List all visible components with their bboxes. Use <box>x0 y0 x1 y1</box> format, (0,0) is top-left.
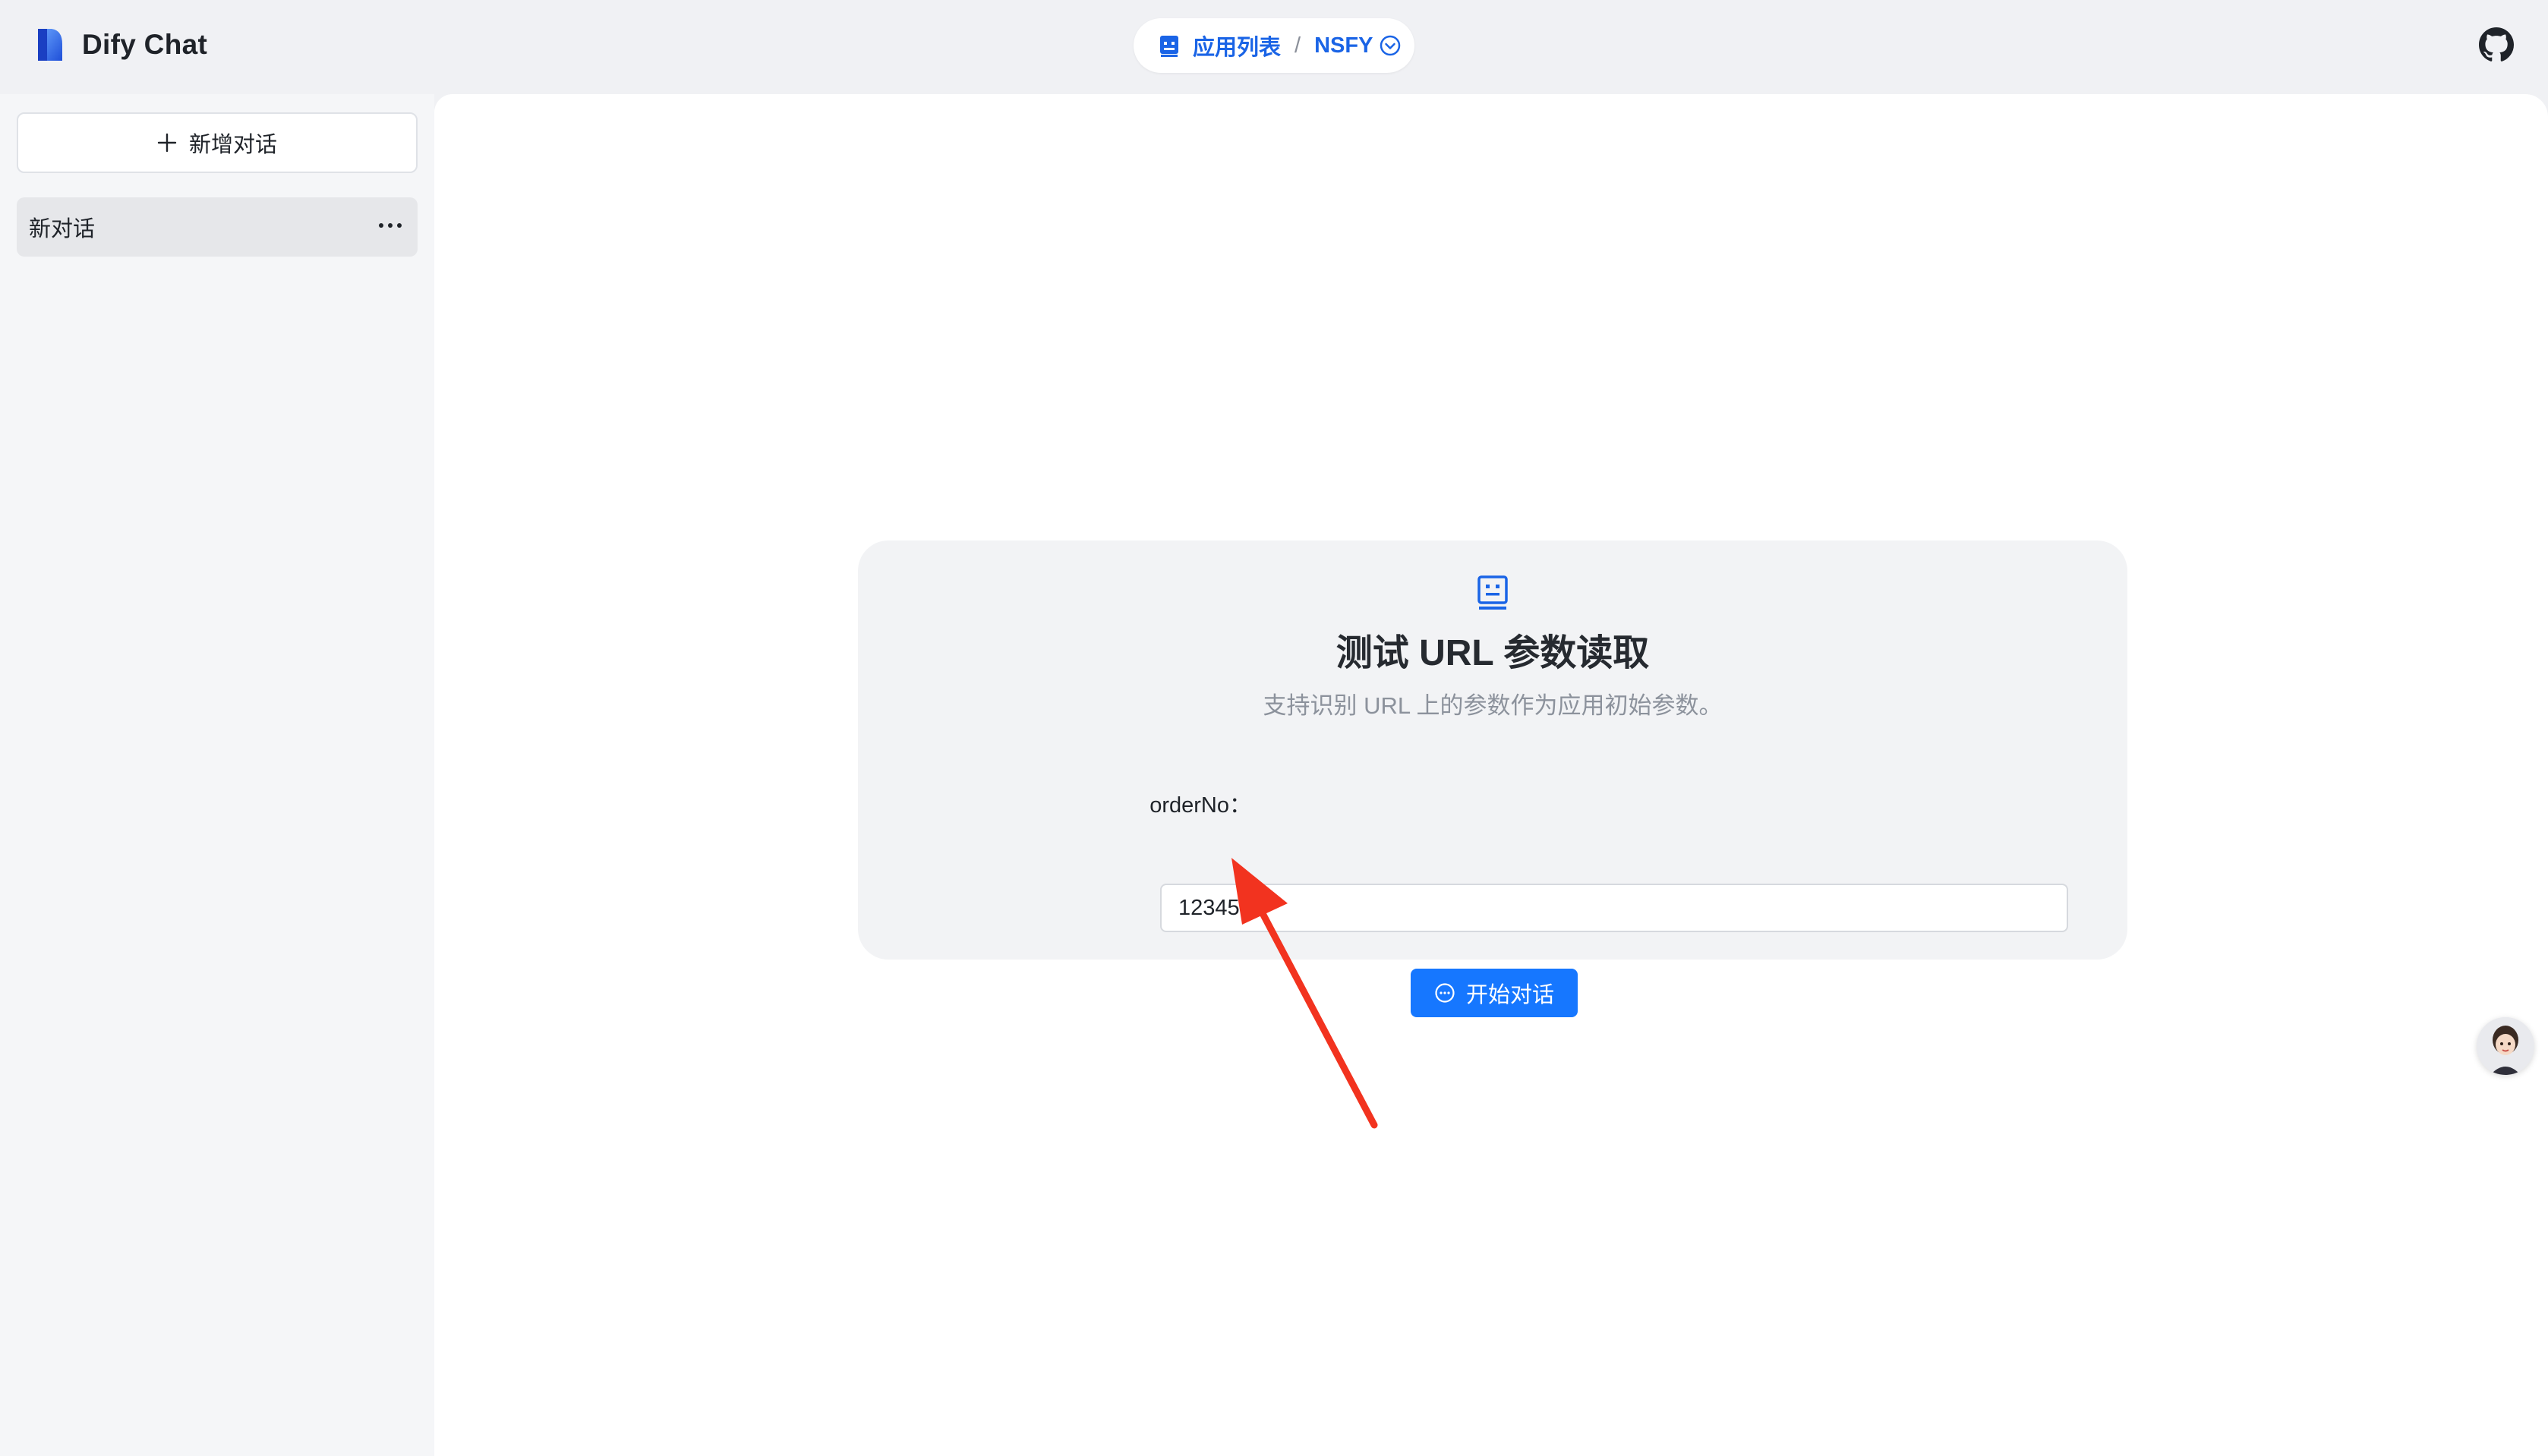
card-description: 支持识别 URL 上的参数作为应用初始参数。 <box>1263 692 1723 719</box>
chat-bubble-icon <box>1435 983 1455 1003</box>
app-breadcrumb: 应用列表 / NSFY <box>1134 18 1414 73</box>
app-list-icon <box>1160 36 1178 57</box>
user-avatar[interactable] <box>2477 1017 2534 1075</box>
brand[interactable]: Dify Chat <box>35 27 207 62</box>
more-options-icon[interactable] <box>377 214 404 237</box>
start-conversation-label: 开始对话 <box>1465 983 1554 1007</box>
dify-logo-icon <box>38 29 62 61</box>
chevron-down-icon[interactable] <box>1379 34 1402 57</box>
avatar-face-icon <box>2477 1017 2534 1075</box>
top-header: Dify Chat 应用列表 / NSFY <box>0 0 2548 94</box>
robot-icon <box>1477 575 1508 610</box>
breadcrumb-separator: / <box>1294 33 1301 58</box>
plus-icon <box>157 133 177 153</box>
new-conversation-button[interactable]: 新增对话 <box>17 112 418 173</box>
current-app-name[interactable]: NSFY <box>1314 33 1373 58</box>
app-intro-card: 测试 URL 参数读取 支持识别 URL 上的参数作为应用初始参数。 order… <box>858 540 2127 1017</box>
conversation-title: 新对话 <box>29 217 96 241</box>
sidebar: 新增对话 新对话 <box>0 94 434 1456</box>
start-conversation-button[interactable]: 开始对话 <box>1411 969 1578 1017</box>
brand-title: Dify Chat <box>82 29 208 60</box>
order-no-label: orderNo： <box>1149 793 1251 818</box>
conversation-item[interactable]: 新对话 <box>17 197 418 257</box>
annotation-arrow-icon <box>1231 858 1378 1129</box>
card-title: 测试 URL 参数读取 <box>1335 633 1650 673</box>
new-conversation-label: 新增对话 <box>188 133 277 157</box>
app-list-link[interactable]: 应用列表 <box>1193 30 1281 61</box>
main-content: 测试 URL 参数读取 支持识别 URL 上的参数作为应用初始参数。 order… <box>434 94 2548 1456</box>
github-icon[interactable] <box>2479 27 2514 62</box>
